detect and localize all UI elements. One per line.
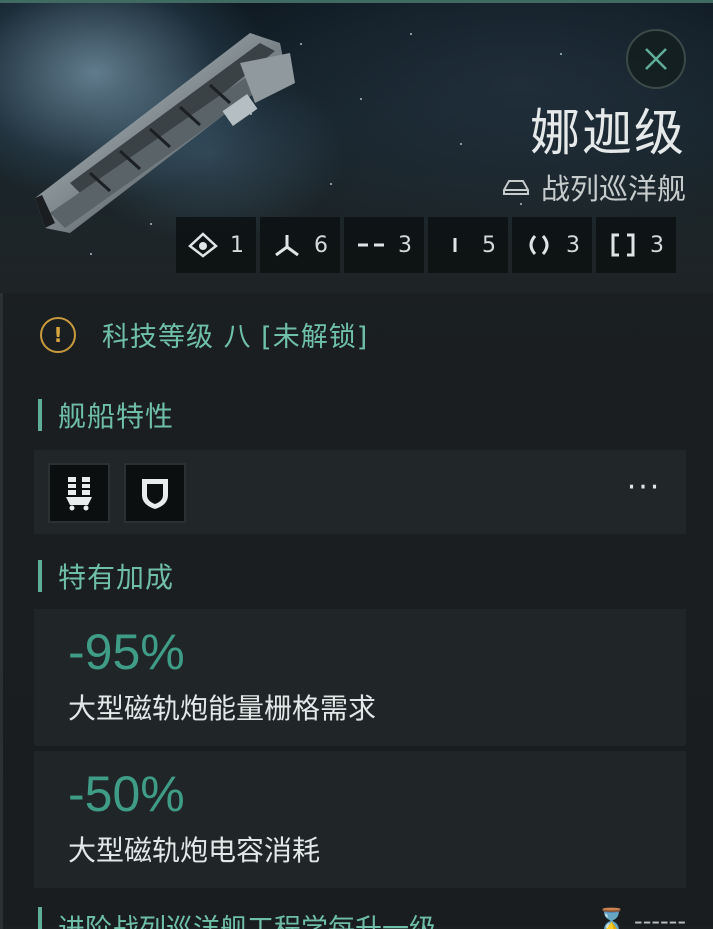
section-accent-bar bbox=[38, 399, 42, 431]
traits-row: ··· bbox=[34, 450, 686, 534]
tech-level-row: ! 科技等级 八 [未解锁] bbox=[40, 315, 368, 354]
low-slot-icon bbox=[453, 238, 457, 252]
shield-skill-icon bbox=[142, 479, 168, 509]
slot-high-value: 1 bbox=[230, 232, 244, 258]
slot-turret[interactable]: 6 bbox=[260, 217, 340, 273]
fitting-slots-bar: 1 6 3 5 3 3 bbox=[176, 217, 676, 273]
ship-info-panel: 娜迦级 战列巡洋舰 1 6 3 5 3 3 ! 科技等级 八 [未解锁] 舰船特… bbox=[0, 0, 713, 929]
ship-name: 娜迦级 bbox=[530, 104, 686, 162]
mid-slot-icon bbox=[358, 243, 384, 247]
trait-shield-button[interactable] bbox=[124, 463, 186, 523]
slot-rig-value: 3 bbox=[566, 232, 580, 258]
slot-drone[interactable]: 3 bbox=[596, 217, 676, 273]
bonuses-section-title: 特有加成 bbox=[38, 556, 174, 596]
more-options-button[interactable]: ··· bbox=[624, 473, 664, 508]
slot-low[interactable]: 5 bbox=[428, 217, 508, 273]
high-slot-icon bbox=[188, 232, 218, 258]
trait-railgun-button[interactable] bbox=[48, 463, 110, 523]
traits-title: 舰船特性 bbox=[58, 400, 175, 433]
bonus-card: -50% 大型磁轨炮电容消耗 bbox=[34, 751, 686, 888]
close-button[interactable] bbox=[626, 29, 686, 89]
drone-bay-icon bbox=[611, 233, 635, 257]
slot-drone-value: 3 bbox=[650, 232, 664, 258]
close-icon bbox=[645, 48, 667, 70]
ship-class-label: 战列巡洋舰 bbox=[540, 172, 686, 206]
battlecruiser-hull-icon bbox=[502, 180, 529, 195]
bonuses-title: 特有加成 bbox=[58, 561, 175, 594]
traits-section-title: 舰船特性 bbox=[38, 395, 174, 435]
ship-render-image bbox=[35, 33, 295, 233]
bonus-value: -95% bbox=[68, 624, 185, 680]
ship-class: 战列巡洋舰 bbox=[501, 166, 686, 208]
rig-slot-icon bbox=[529, 235, 549, 255]
bonus-description: 大型磁轨炮能量栅格需求 bbox=[68, 692, 377, 725]
section-accent-bar bbox=[38, 560, 42, 592]
slot-high[interactable]: 1 bbox=[176, 217, 256, 273]
slot-mid[interactable]: 3 bbox=[344, 217, 424, 273]
bonus-card: -95% 大型磁轨炮能量栅格需求 bbox=[34, 609, 686, 746]
turret-hardpoint-icon bbox=[275, 235, 299, 257]
bonus-value: -50% bbox=[68, 766, 185, 822]
slot-rig[interactable]: 3 bbox=[512, 217, 592, 273]
warning-icon: ! bbox=[40, 316, 76, 353]
slot-turret-value: 6 bbox=[314, 232, 328, 258]
railgun-skill-icon bbox=[66, 477, 92, 511]
slot-mid-value: 3 bbox=[398, 232, 412, 258]
slot-low-value: 5 bbox=[482, 232, 496, 258]
bonus-description: 大型磁轨炮电容消耗 bbox=[68, 834, 321, 867]
tech-level-text: 科技等级 八 [未解锁] bbox=[102, 322, 369, 353]
